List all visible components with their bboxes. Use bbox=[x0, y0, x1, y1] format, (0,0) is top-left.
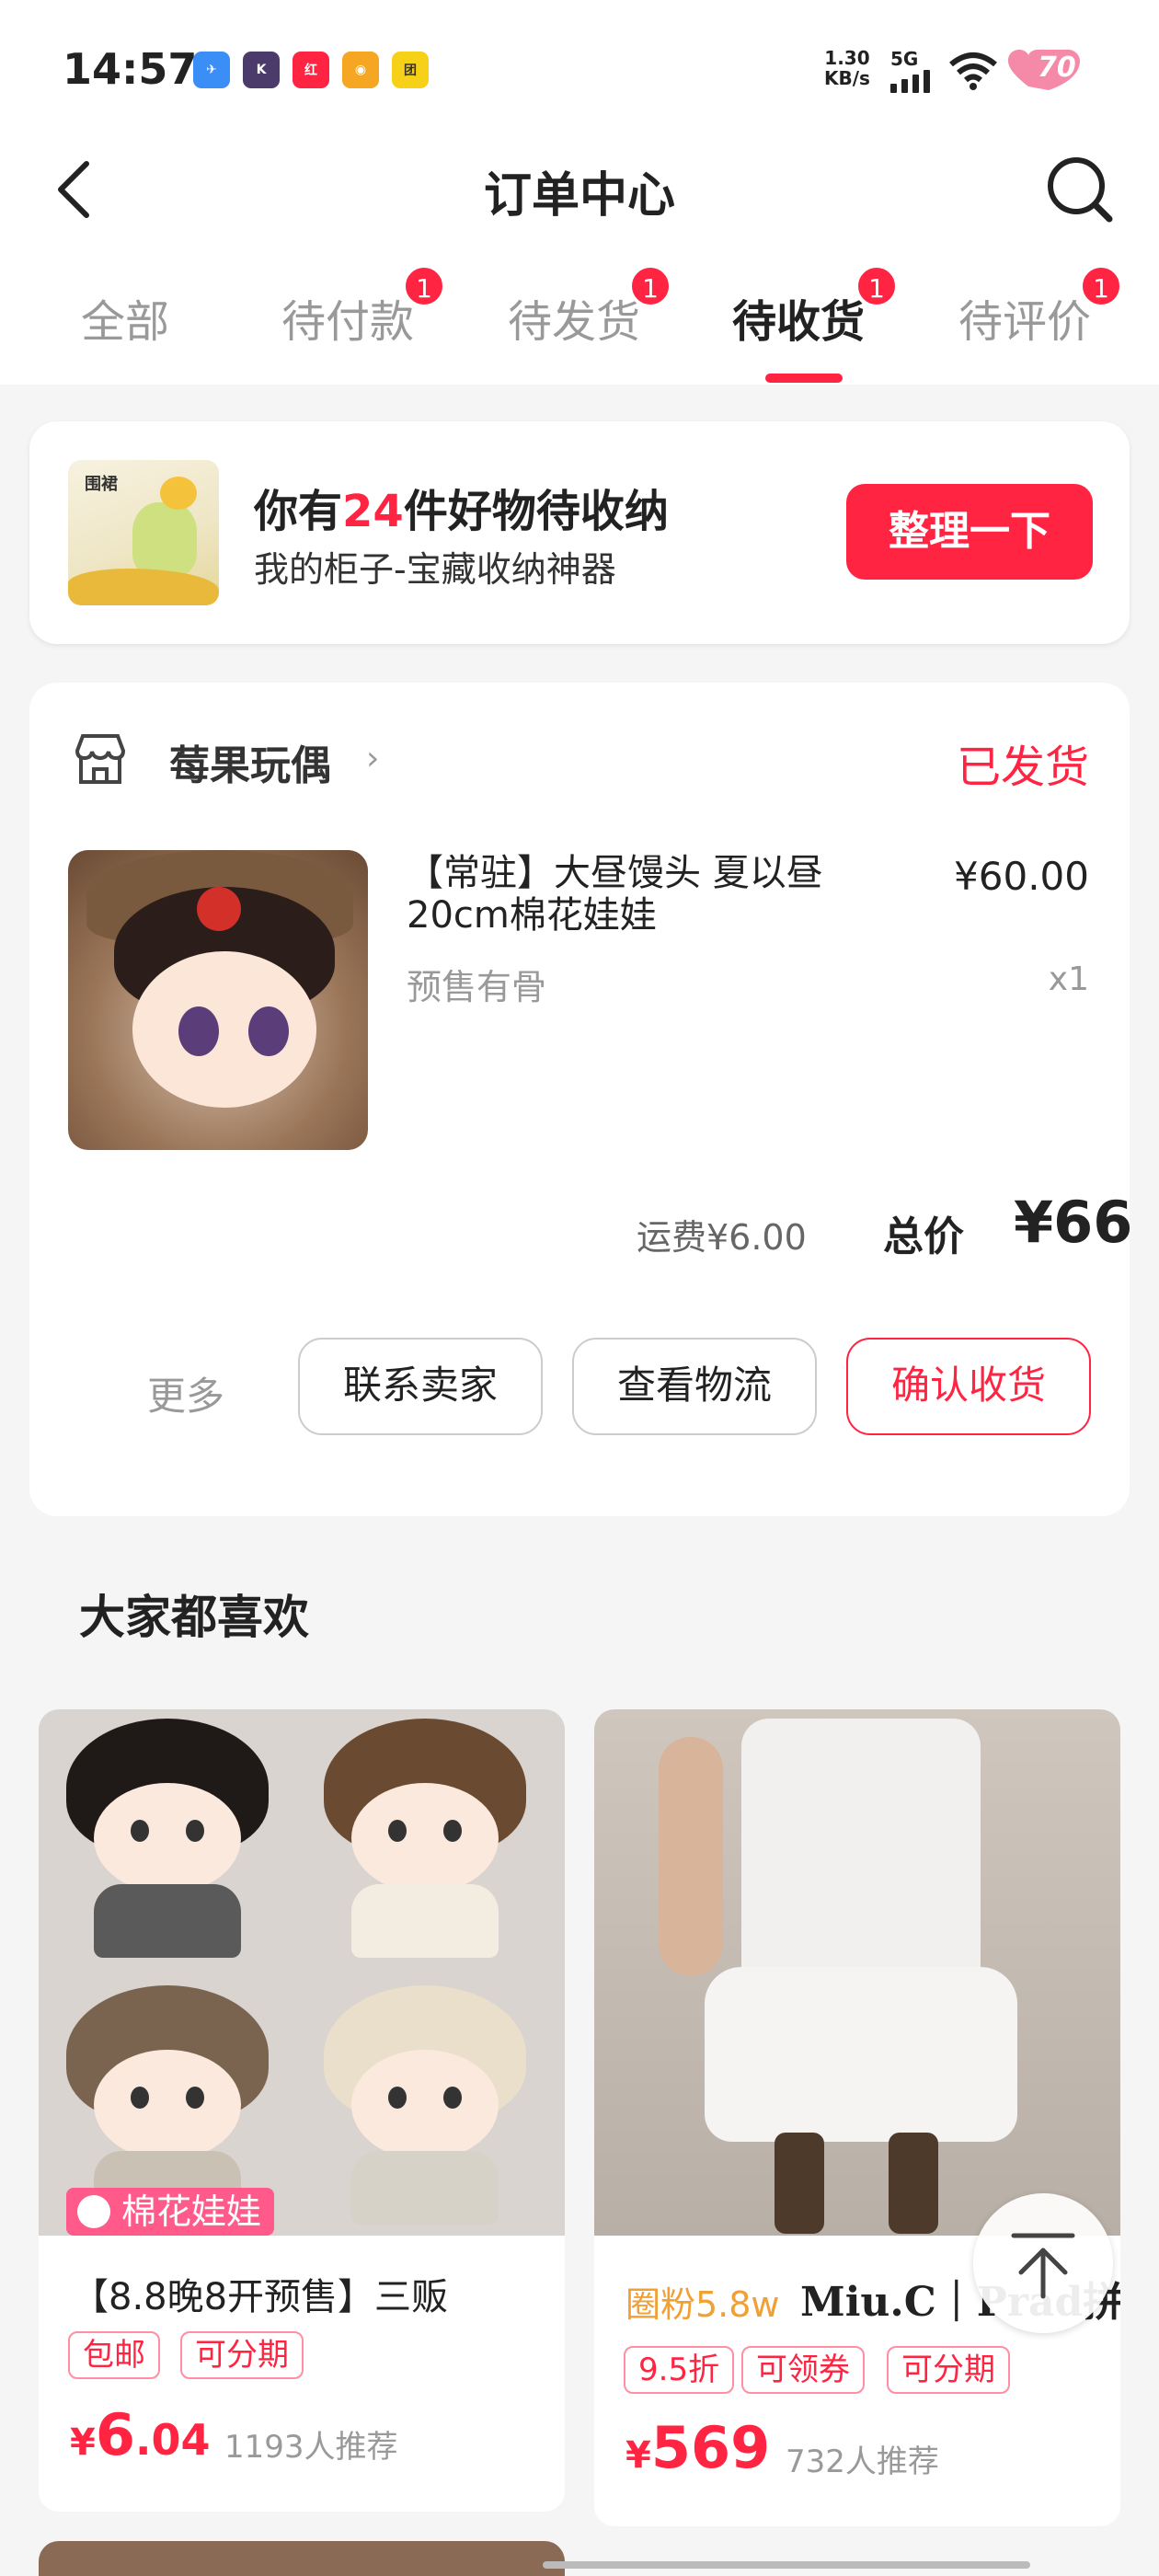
product-card-name: 【8.8晚8开预售】三贩 bbox=[72, 2276, 449, 2318]
fans-count: 圈粉5.8w bbox=[625, 2284, 780, 2325]
home-indicator[interactable] bbox=[543, 2561, 1030, 2569]
signal-icon bbox=[890, 70, 930, 93]
notification-icons: ✈ K 红 ◉ 团 bbox=[193, 52, 429, 88]
product-card-price: ¥6.04 bbox=[70, 2401, 211, 2468]
battery-level: 70 bbox=[1038, 52, 1076, 84]
nav-header: 订单中心 bbox=[0, 138, 1159, 239]
product-card-image bbox=[594, 1709, 1120, 2236]
shop-icon bbox=[75, 734, 126, 784]
product-card-image bbox=[39, 1709, 565, 2236]
shop-name[interactable]: 莓果玩偶 bbox=[169, 732, 331, 791]
app-icon: ✈ bbox=[193, 52, 230, 88]
order-status: 已发货 bbox=[956, 742, 1089, 793]
tab-active-indicator bbox=[765, 374, 843, 383]
wifi-icon bbox=[949, 52, 997, 90]
search-icon[interactable] bbox=[1043, 153, 1117, 226]
contact-seller-button[interactable]: 联系卖家 bbox=[298, 1338, 543, 1435]
chip-installment: 可分期 bbox=[180, 2331, 304, 2379]
product-name[interactable]: 【常驻】大昼馒头 夏以昼20cm棉花娃娃 bbox=[407, 852, 922, 937]
tab-all[interactable]: 全部 bbox=[81, 285, 169, 350]
banner-headline: 你有24件好物待收纳 bbox=[254, 486, 669, 537]
chip-coupon: 可领券 bbox=[741, 2346, 865, 2394]
tab-pending-payment[interactable]: 待付款 bbox=[281, 285, 414, 350]
product-card[interactable]: 圈粉5.8w Miu.C｜Prad拼 9.5折 可领券 可分期 ¥569 732… bbox=[594, 1709, 1120, 2526]
tab-pending-shipment[interactable]: 待发货 bbox=[508, 285, 640, 350]
tab-badge: 1 bbox=[403, 265, 445, 307]
chip-discount: 9.5折 bbox=[624, 2346, 735, 2394]
status-time: 14:57 bbox=[63, 44, 198, 94]
banner-thumbnail: 围裙 bbox=[68, 460, 219, 605]
tab-pending-review[interactable]: 待评价 bbox=[958, 285, 1091, 350]
net-speed: 1.30 KB/s bbox=[824, 47, 870, 89]
weibo-icon: ◉ bbox=[342, 52, 379, 88]
confirm-receipt-button[interactable]: 确认收货 bbox=[846, 1338, 1091, 1435]
recommend-title: 大家都喜欢 bbox=[79, 1591, 309, 1644]
product-price: ¥60.00 bbox=[954, 854, 1089, 899]
product-card-price: ¥569 bbox=[625, 2414, 771, 2481]
view-logistics-button[interactable]: 查看物流 bbox=[572, 1338, 817, 1435]
next-card-preview bbox=[39, 2541, 565, 2576]
arrow-up-icon bbox=[1011, 2233, 1075, 2299]
total-label: 总价 bbox=[883, 1213, 964, 1260]
organize-button[interactable]: 整理一下 bbox=[846, 484, 1093, 580]
order-card: 莓果玩偶 › 已发货 【常驻】大昼馒头 夏以昼20cm棉花娃娃 预售有骨 ¥60… bbox=[29, 683, 1133, 1516]
product-image[interactable] bbox=[68, 850, 368, 1150]
tab-pending-receipt[interactable]: 待收货 bbox=[732, 285, 865, 350]
shipping-fee: 运费¥6.00 bbox=[637, 1217, 807, 1258]
banner-subtitle: 我的柜子-宝藏收纳神器 bbox=[254, 549, 616, 590]
product-quantity: x1 bbox=[1048, 960, 1089, 998]
recommend-count: 732人推荐 bbox=[786, 2444, 939, 2480]
recommend-count: 1193人推荐 bbox=[224, 2429, 398, 2466]
app-icon: 团 bbox=[392, 52, 429, 88]
tab-badge: 1 bbox=[855, 265, 898, 307]
more-button[interactable]: 更多 bbox=[147, 1365, 224, 1421]
app-icon: K bbox=[243, 52, 280, 88]
chevron-right-icon[interactable]: › bbox=[366, 740, 379, 777]
storage-banner[interactable]: 围裙 你有24件好物待收纳 我的柜子-宝藏收纳神器 整理一下 bbox=[29, 421, 1130, 644]
product-spec: 预售有骨 bbox=[407, 967, 547, 1007]
network-type: 5G bbox=[890, 48, 919, 70]
chip-free-shipping: 包邮 bbox=[68, 2331, 160, 2379]
status-bar: 14:57 ✈ K 红 ◉ 团 1.30 KB/s 5G 70 bbox=[0, 0, 1159, 138]
chip-installment: 可分期 bbox=[887, 2346, 1010, 2394]
page-title: 订单中心 bbox=[483, 168, 675, 224]
category-tag: 棉花娃娃 bbox=[66, 2188, 275, 2236]
back-to-top-button[interactable] bbox=[973, 2193, 1113, 2333]
product-card[interactable]: 棉花娃娃 【8.8晚8开预售】三贩 包邮 可分期 ¥6.04 1193人推荐 bbox=[39, 1709, 565, 2512]
app-icon: 红 bbox=[293, 52, 329, 88]
order-tabs: 全部 待付款 1 待发货 1 待收货 1 待评价 1 bbox=[0, 239, 1159, 385]
tab-badge: 1 bbox=[1080, 265, 1122, 307]
total-price: ¥66 bbox=[1014, 1189, 1133, 1256]
tab-badge: 1 bbox=[629, 265, 671, 307]
flower-icon bbox=[77, 2195, 110, 2228]
